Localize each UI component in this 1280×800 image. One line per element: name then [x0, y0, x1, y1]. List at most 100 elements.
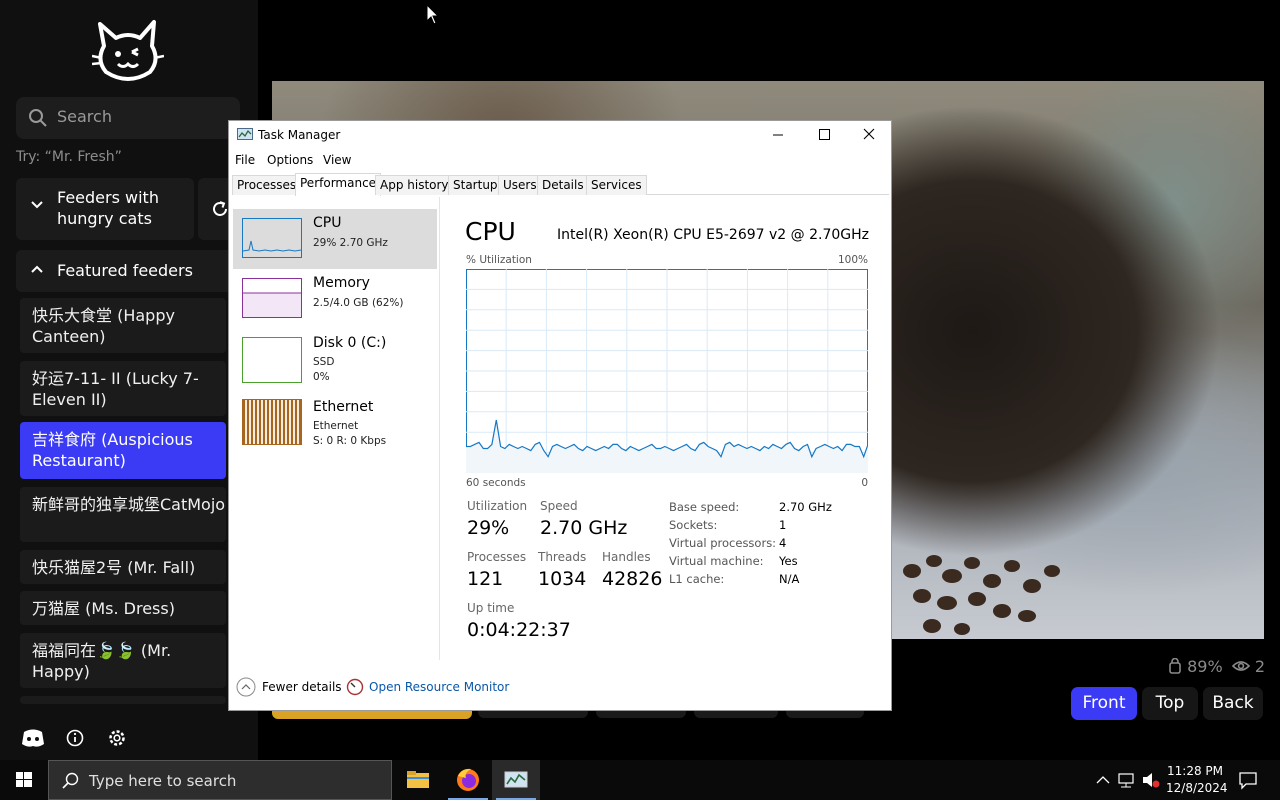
feeder-item[interactable]: 好运7-11- II (Lucky 7-Eleven II) [20, 361, 226, 416]
show-hidden-icons-icon[interactable] [1095, 760, 1111, 800]
feeder-status-row: 89% 2 [1168, 657, 1265, 676]
feeder-item[interactable]: 快乐大食堂 (Happy Canteen) [20, 298, 226, 353]
menu-file[interactable]: File [235, 153, 255, 167]
spec-label: Virtual processors: [669, 536, 777, 550]
stat-utilization: Utilization 29% [467, 499, 527, 539]
network-icon[interactable] [1117, 760, 1137, 800]
resource-detail: 2.5/4.0 GB (62%) [313, 297, 404, 309]
camera-front-button[interactable]: Front [1071, 687, 1137, 720]
spec-value: 2.70 GHz [779, 500, 832, 514]
battery-lock-icon [1169, 657, 1181, 674]
settings-icon [109, 730, 125, 746]
feeder-item[interactable]: 万猫屋 (Ms. Dress) [20, 591, 226, 625]
group-hungry-cats-toggle[interactable]: Feeders with hungry cats [16, 178, 194, 240]
stat-label: Threads [538, 550, 587, 564]
camera-top-button[interactable]: Top [1142, 687, 1198, 720]
group-hungry-label: Feeders with hungry cats [57, 188, 159, 228]
feeder-item[interactable]: 快乐猫屋2号 (Mr. Fall) [20, 550, 226, 584]
task-manager-footer: Fewer details Open Resource Monitor [229, 670, 891, 706]
tab-startup[interactable]: Startup [448, 175, 503, 195]
spec-label: L1 cache: [669, 572, 725, 586]
taskbar-app-file-explorer[interactable] [394, 760, 442, 800]
feeder-item-selected[interactable]: 吉祥食府 (Auspicious Restaurant) [20, 422, 226, 479]
eye-icon [1231, 661, 1250, 671]
kibble-image [903, 555, 1060, 635]
feeder-label: 吉祥食府 (Auspicious Restaurant) [32, 430, 193, 470]
resource-ethernet[interactable]: Ethernet Ethernet S: 0 R: 0 Kbps [233, 393, 437, 453]
info-icon [66, 729, 84, 747]
menu-view[interactable]: View [323, 153, 351, 167]
start-button[interactable] [0, 760, 48, 800]
resource-memory[interactable]: Memory 2.5/4.0 GB (62%) [233, 269, 437, 329]
cat-logo-icon[interactable] [92, 16, 164, 82]
task-manager-icon [504, 771, 528, 788]
maximize-icon [819, 129, 830, 140]
resource-detail: 0% [313, 371, 330, 383]
spec-value: N/A [779, 572, 800, 586]
feeder-label: 快乐猫屋2号 (Mr. Fall) [32, 558, 196, 577]
task-manager-titlebar[interactable]: Task Manager [229, 121, 891, 149]
stat-value: 29% [467, 517, 510, 539]
maximize-button[interactable] [801, 121, 847, 149]
discord-button[interactable] [16, 722, 50, 754]
tab-services[interactable]: Services [586, 175, 647, 195]
close-icon [863, 128, 875, 140]
windows-taskbar: Type here to search 11:28 PM 12/8/2024 [0, 760, 1280, 800]
tab-processes[interactable]: Processes [232, 175, 302, 195]
resource-cpu[interactable]: CPU 29% 2.70 GHz [233, 209, 437, 269]
stat-processes: Processes 121 [467, 550, 526, 590]
stat-threads: Threads 1034 [538, 550, 586, 590]
fewer-details-link[interactable]: Fewer details [262, 680, 342, 694]
resource-name: Disk 0 (C:) [313, 335, 387, 351]
tab-users[interactable]: Users [498, 175, 542, 195]
spec-label: Virtual machine: [669, 554, 764, 568]
open-resource-monitor-link[interactable]: Open Resource Monitor [369, 680, 509, 694]
tab-strip: Processes Performance App history Startu… [232, 173, 889, 196]
stat-label: Utilization [467, 499, 528, 513]
search-hint: Try: “Mr. Fresh” [16, 149, 122, 165]
feeder-item[interactable]: 福福同在🍃🍃 (Mr. Happy) [20, 633, 226, 688]
minimize-button[interactable] [755, 121, 801, 149]
info-button[interactable] [58, 722, 92, 754]
close-button[interactable] [846, 121, 892, 149]
feeder-label: 好运7-11- II (Lucky 7-Eleven II) [32, 369, 199, 409]
search-input[interactable]: Search [16, 97, 240, 139]
system-clock[interactable]: 11:28 PM 12/8/2024 [1166, 763, 1228, 797]
refresh-icon [213, 201, 227, 216]
resource-detail: Ethernet [313, 420, 359, 432]
firefox-icon [457, 768, 479, 791]
stat-speed: Speed 2.70 GHz [540, 499, 627, 539]
group-featured-toggle[interactable]: Featured feeders [16, 250, 242, 292]
feeder-item[interactable]: 新鲜哥的独享城堡CatMojo (Mr. Fresh) [20, 487, 226, 542]
feeder-label: 万猫屋 (Ms. Dress) [32, 599, 175, 618]
resource-detail: SSD [313, 356, 335, 368]
stat-value: 1034 [538, 568, 587, 590]
feeder-label: 福福同在🍃🍃 (Mr. Happy) [32, 641, 172, 681]
notifications-icon[interactable] [1228, 760, 1268, 800]
app-sidebar: Search Try: “Mr. Fresh” Feeders with hun… [0, 0, 258, 760]
clock-time: 11:28 PM [1167, 764, 1223, 778]
minimize-icon [773, 134, 783, 136]
volume-muted-icon[interactable] [1141, 760, 1161, 800]
feeder-item-partial[interactable] [20, 696, 226, 704]
taskbar-app-firefox[interactable] [444, 760, 492, 800]
mouse-cursor-icon [426, 4, 440, 25]
tab-performance[interactable]: Performance [295, 173, 382, 196]
tab-details[interactable]: Details [537, 175, 589, 195]
stat-value: 42826 [602, 568, 663, 590]
windows-logo-icon [16, 772, 32, 787]
camera-back-button[interactable]: Back [1203, 687, 1263, 720]
chevron-up-icon [31, 265, 43, 273]
task-manager-window: Task Manager File Options View Processes… [228, 120, 892, 711]
resource-disk[interactable]: Disk 0 (C:) SSD 0% [233, 329, 437, 389]
settings-button[interactable] [100, 722, 134, 754]
taskbar-search-box[interactable]: Type here to search [48, 760, 392, 800]
taskbar-app-task-manager[interactable] [492, 760, 540, 800]
clock-date: 12/8/2024 [1166, 781, 1228, 795]
graph-time-span: 60 seconds [466, 477, 526, 489]
resource-detail: S: 0 R: 0 Kbps [313, 435, 387, 447]
graph-time-end: 0 [861, 477, 868, 489]
tab-app-history[interactable]: App history [375, 175, 454, 195]
menu-options[interactable]: Options [267, 153, 313, 167]
chevron-up-circle-icon[interactable] [236, 677, 256, 697]
